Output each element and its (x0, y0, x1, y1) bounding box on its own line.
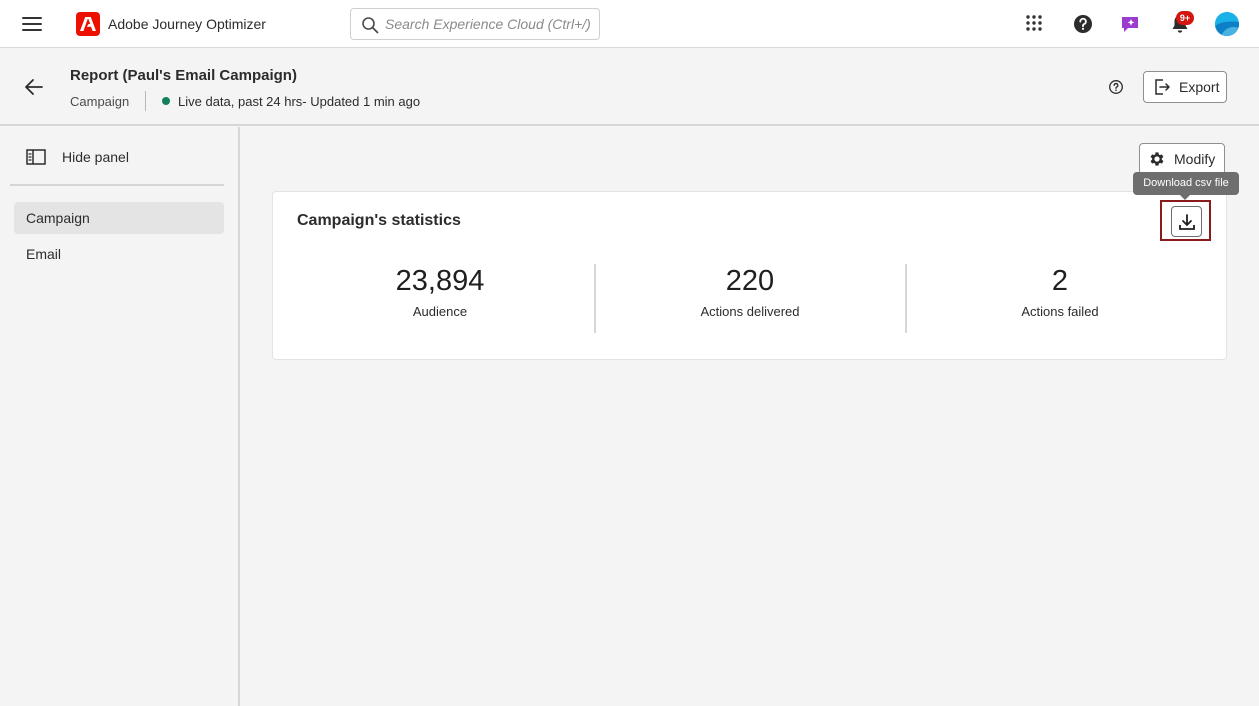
metric-actions-failed: 2 Actions failed (980, 264, 1140, 319)
export-icon (1155, 79, 1170, 95)
metric-value: 23,894 (395, 265, 485, 297)
download-tooltip: Download csv file (1133, 172, 1239, 200)
modify-button[interactable]: Modify (1139, 143, 1225, 175)
search-box[interactable] (350, 8, 600, 40)
metric-label: Actions failed (1021, 304, 1099, 319)
metric-label: Audience (412, 304, 468, 319)
page-title: Report (Paul's Email Campaign) (70, 67, 297, 84)
sidebar-item-campaign[interactable]: Campaign (14, 202, 224, 234)
page-header: Report (Paul's Email Campaign) Campaign … (0, 49, 1259, 126)
metric-audience: 23,894 Audience (360, 264, 520, 319)
status-text: Live data, past 24 hrs- Updated 1 min ag… (178, 94, 421, 109)
hide-panel-label: Hide panel (62, 149, 129, 165)
ai-assistant-icon[interactable] (1118, 12, 1142, 36)
search-icon (362, 17, 379, 34)
top-bar: Adobe Journey Optimizer 9+ (0, 0, 1259, 48)
download-highlight (1160, 200, 1211, 241)
back-arrow-icon[interactable] (22, 75, 46, 99)
app-name[interactable]: Adobe Journey Optimizer (108, 16, 266, 32)
metric-value: 220 (725, 265, 775, 297)
metric-divider (905, 264, 907, 333)
header-divider (145, 91, 146, 111)
adobe-logo-icon[interactable] (76, 12, 100, 36)
avatar[interactable] (1215, 12, 1239, 36)
panel-icon (26, 149, 46, 165)
live-status-dot (162, 97, 170, 105)
help-circle-icon[interactable] (1071, 12, 1095, 36)
search-input[interactable] (385, 9, 595, 39)
question-circle-icon[interactable] (1108, 79, 1124, 95)
breadcrumb: Campaign (70, 94, 130, 109)
download-csv-button[interactable] (1171, 206, 1202, 237)
card-title: Campaign's statistics (297, 212, 461, 229)
sidebar-item-email[interactable]: Email (14, 238, 224, 270)
sidebar-divider (10, 184, 224, 186)
apps-grid-icon[interactable] (1022, 12, 1046, 36)
sidebar: Hide panel Campaign Email (0, 127, 240, 706)
campaign-statistics-card: Campaign's statistics 23,894 Audience 22… (272, 191, 1227, 360)
modify-label: Modify (1174, 151, 1216, 167)
metric-divider (594, 264, 596, 333)
menu-icon[interactable] (20, 14, 44, 34)
metric-actions-delivered: 220 Actions delivered (670, 264, 830, 319)
metric-value: 2 (1051, 265, 1069, 297)
hide-panel-button[interactable]: Hide panel (26, 149, 129, 165)
gear-icon (1150, 152, 1164, 166)
notification-badge: 9+ (1176, 11, 1194, 25)
download-icon (1178, 213, 1195, 230)
export-label: Export (1179, 79, 1220, 95)
export-button[interactable]: Export (1143, 71, 1227, 103)
metric-label: Actions delivered (700, 304, 800, 319)
